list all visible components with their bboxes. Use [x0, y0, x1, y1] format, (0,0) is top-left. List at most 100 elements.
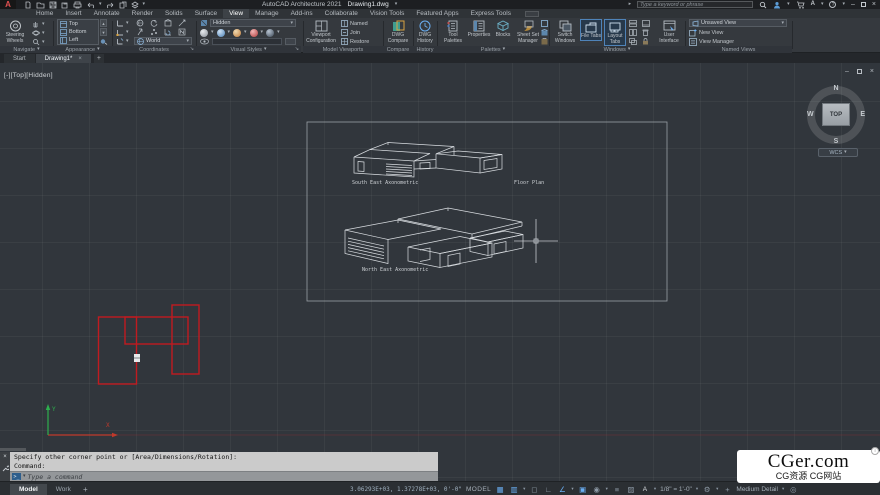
viewport-controls-label[interactable]: [-][Top][Hidden]: [4, 72, 53, 79]
view-list-item-bottom[interactable]: Bottom: [58, 28, 98, 36]
north-east-axonometric-drawing[interactable]: [345, 208, 523, 268]
app-store-cart-icon[interactable]: [796, 1, 805, 9]
appearance-effects-button[interactable]: [100, 38, 108, 45]
new-drawing-tab-button[interactable]: +: [94, 54, 104, 63]
snap-toggle-icon[interactable]: ▥: [509, 484, 519, 494]
file-tab-close-icon[interactable]: ×: [78, 56, 82, 62]
tab-insert[interactable]: Insert: [59, 9, 87, 18]
properties-button[interactable]: Properties: [467, 19, 491, 39]
named-viewports-button[interactable]: Named: [341, 20, 368, 27]
visual-style-field[interactable]: [212, 38, 282, 45]
search-icon[interactable]: [759, 1, 767, 9]
red-rectangle-sketch[interactable]: [99, 305, 200, 384]
tile-vertically-icon[interactable]: [629, 29, 637, 36]
viewcube-east[interactable]: E: [860, 111, 865, 118]
panel-label-appearance[interactable]: Appearance▾: [53, 46, 112, 53]
new-view-button[interactable]: New View: [689, 29, 723, 37]
drawing-minimize-button[interactable]: –: [845, 68, 849, 75]
help-caret-icon[interactable]: ▾: [842, 2, 845, 7]
open-folder-icon[interactable]: [36, 1, 45, 9]
ucs-combo[interactable]: World ▾: [134, 37, 192, 45]
ucs-face-button[interactable]: [164, 19, 172, 27]
viewcube[interactable]: N S W E TOP: [806, 85, 866, 145]
panel-label-coordinates[interactable]: Coordinates: [112, 46, 196, 53]
view-list-scroll-up[interactable]: ▲: [100, 19, 107, 27]
object-snap-tracking-icon[interactable]: ◉: [592, 484, 602, 494]
tab-home[interactable]: Home: [30, 9, 59, 18]
drawing-locked-icon[interactable]: [642, 38, 649, 45]
command-history[interactable]: Specify other corner point or [Area/Dime…: [10, 452, 438, 471]
south-east-axonometric-drawing[interactable]: [354, 143, 502, 178]
autodesk-app-menu[interactable]: A: [0, 0, 16, 9]
visual-style-shaded-icon[interactable]: [266, 29, 274, 37]
signin-caret-icon[interactable]: ▾: [787, 2, 790, 7]
dwg-compare-button[interactable]: DWG Compare: [385, 19, 411, 44]
user-interface-button[interactable]: User Interface: [655, 19, 683, 44]
coordinates-readout[interactable]: 3.06293E+03, 1.37278E+03, 0'-0": [350, 486, 462, 493]
zoom-extents-button[interactable]: ▾: [32, 38, 45, 46]
command-dock-grip[interactable]: [0, 448, 26, 451]
polar-tracking-icon[interactable]: ∠: [557, 484, 567, 494]
undo-icon[interactable]: [86, 1, 95, 9]
file-tabs-button[interactable]: File Tabs: [580, 19, 602, 41]
viewcube-top-face[interactable]: TOP: [822, 103, 850, 126]
save-icon[interactable]: [49, 1, 57, 9]
plot-icon[interactable]: [73, 1, 82, 9]
panel-label-history[interactable]: History: [413, 46, 437, 53]
view-list[interactable]: Top Bottom Left: [57, 19, 99, 45]
join-viewports-button[interactable]: Join: [341, 29, 360, 36]
panel-label-visual-styles[interactable]: Visual Styles▾: [196, 46, 301, 53]
viewport-border[interactable]: [307, 122, 667, 301]
lineweight-toggle-icon[interactable]: ≡: [612, 484, 622, 494]
viewcube-wcs-menu[interactable]: WCS▾: [818, 148, 858, 157]
tab-vision-tools[interactable]: Vision Tools: [364, 9, 410, 18]
drawing-restore-button[interactable]: [857, 69, 862, 74]
model-space-toggle[interactable]: MODEL: [466, 486, 491, 493]
command-input-row[interactable]: >_ ▾: [10, 471, 438, 481]
command-customize-wrench-icon[interactable]: [2, 465, 9, 472]
palette-extra-2-icon[interactable]: [541, 29, 548, 36]
account-caret-icon[interactable]: ▾: [821, 2, 824, 7]
pan-button[interactable]: ▾: [32, 20, 45, 28]
ucs-world-button[interactable]: [136, 19, 144, 27]
search-input[interactable]: [640, 2, 750, 8]
visual-style-realistic-icon[interactable]: [233, 29, 241, 37]
ucs-icon-button[interactable]: ▾: [116, 19, 129, 27]
sheet-set-icon[interactable]: [119, 1, 127, 9]
cascade-icon[interactable]: [629, 38, 637, 45]
viewcube-west[interactable]: W: [807, 111, 814, 118]
switch-windows-button[interactable]: Switch Windows: [552, 19, 578, 44]
tab-featured-apps[interactable]: Featured Apps: [410, 9, 464, 18]
tool-palettes-button[interactable]: Tool Palettes: [441, 19, 465, 44]
named-view-combo[interactable]: Unsaved View ▾: [689, 19, 787, 27]
sign-in-icon[interactable]: [773, 1, 781, 9]
help-search-box[interactable]: [637, 1, 753, 8]
new-layout-button[interactable]: +: [80, 484, 91, 494]
transparency-toggle-icon[interactable]: ▨: [626, 484, 636, 494]
dwg-history-button[interactable]: DWG History: [414, 19, 436, 44]
infer-constraints-icon[interactable]: ◻: [529, 484, 539, 494]
command-recent-caret-icon[interactable]: ▾: [23, 474, 26, 479]
detail-level-value[interactable]: Medium Detail: [736, 486, 778, 493]
annotation-visibility-icon[interactable]: A: [640, 484, 650, 494]
close-button[interactable]: ×: [872, 0, 876, 9]
ribbon-display-toggle-icon[interactable]: [525, 11, 539, 17]
annotation-scale-value[interactable]: 1/8" = 1'-0": [660, 486, 692, 493]
new-file-icon[interactable]: [24, 1, 32, 9]
file-tab-drawing1[interactable]: Drawing1* ×: [36, 54, 91, 63]
viewcube-north[interactable]: N: [806, 85, 866, 92]
tab-manage[interactable]: Manage: [249, 9, 285, 18]
panel-label-compare[interactable]: Compare: [383, 46, 413, 53]
steering-wheels-button[interactable]: Steering Wheels: [2, 19, 28, 44]
osnap-caret-icon[interactable]: ▾: [606, 486, 608, 492]
viewcube-south[interactable]: S: [806, 138, 866, 145]
ortho-toggle-icon[interactable]: ∟: [543, 484, 553, 494]
workspace-caret-icon[interactable]: ▾: [716, 486, 718, 492]
isolate-objects-icon[interactable]: ◎: [788, 484, 798, 494]
panel-label-model-viewports[interactable]: Model Viewports: [303, 46, 383, 53]
layout-tabs-button[interactable]: Layout Tabs: [604, 19, 626, 46]
panel-label-navigate[interactable]: Navigate▾: [0, 46, 53, 53]
xray-toggle[interactable]: [200, 38, 209, 45]
ucs-settings-button[interactable]: ▾: [116, 37, 129, 45]
tab-collaborate[interactable]: Collaborate: [319, 9, 364, 18]
